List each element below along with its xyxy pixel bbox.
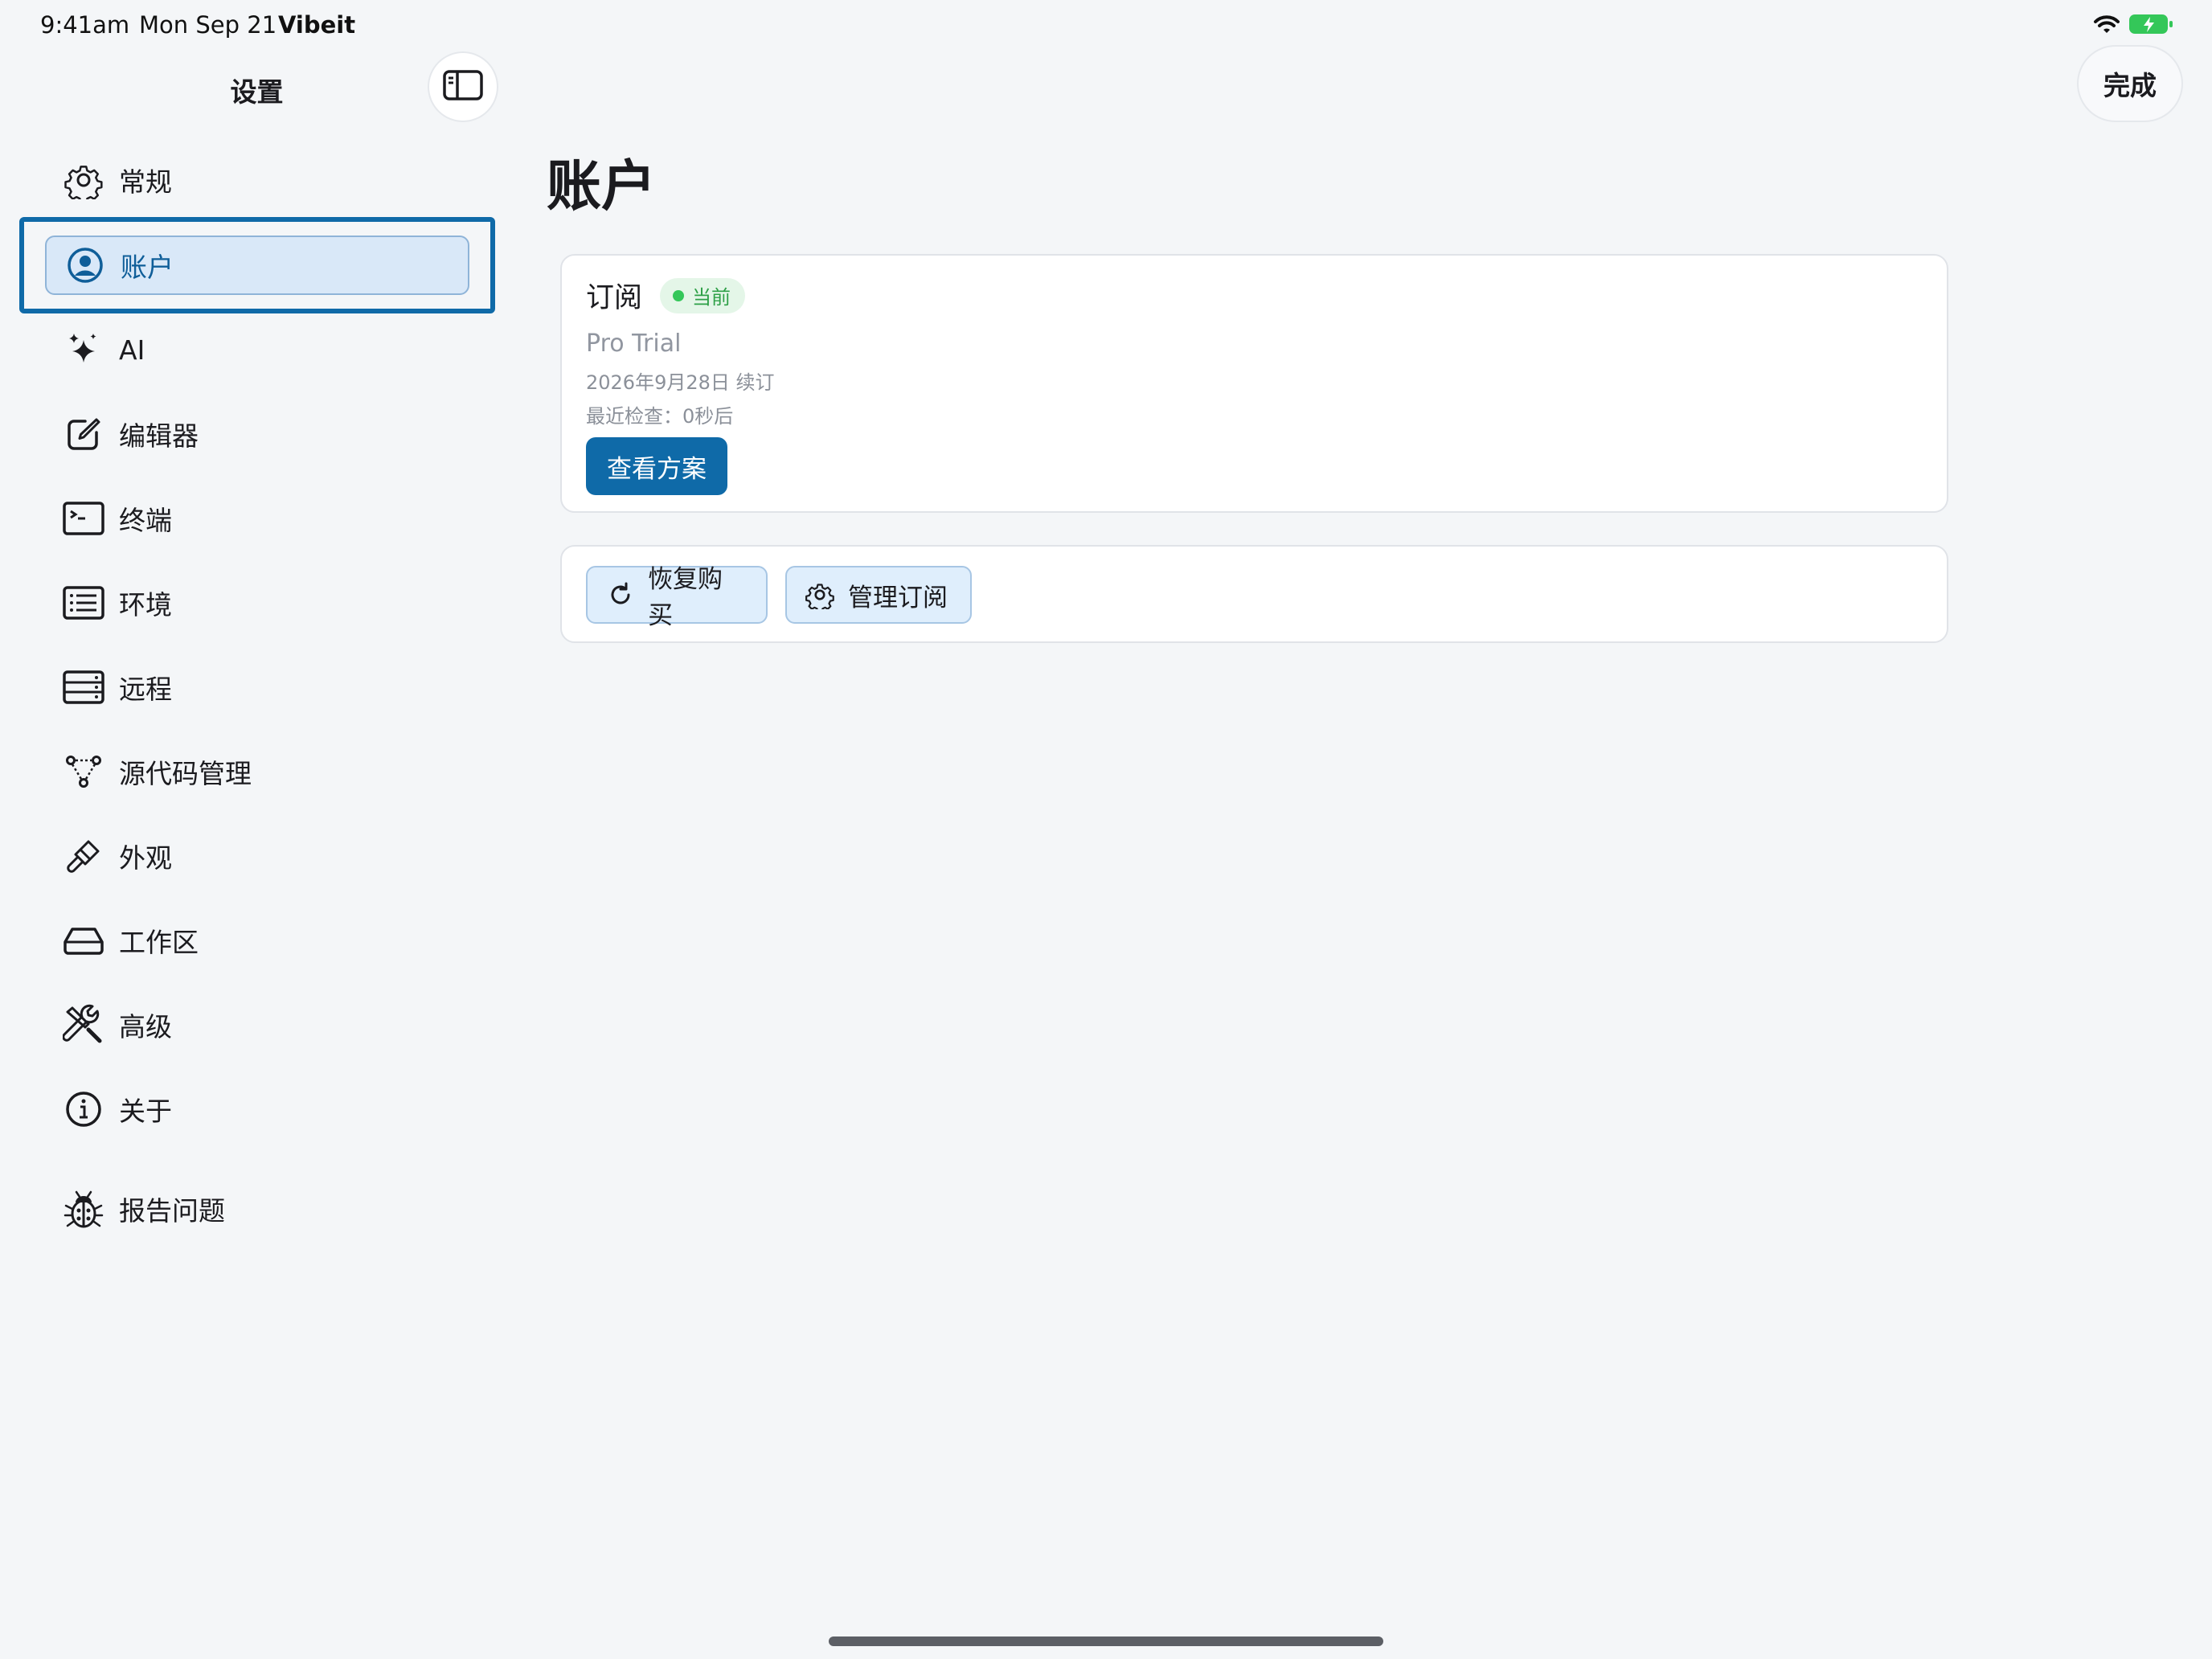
status-badge-label: 当前: [692, 286, 731, 309]
terminal-icon: [61, 496, 106, 541]
status-badge: 当前: [660, 277, 746, 313]
sidebar-item-label: 环境: [119, 589, 172, 621]
restore-purchases-button[interactable]: 恢复购买: [586, 565, 768, 630]
gear-icon: [805, 580, 835, 610]
sidebar-item-label: 编辑器: [119, 420, 199, 452]
sidebar-item-editor[interactable]: 编辑器: [45, 404, 469, 464]
source-control-icon: [61, 749, 106, 794]
sidebar-item-label: AI: [119, 334, 145, 366]
subscription-actions-card: 恢复购买 管理订阅: [560, 545, 1948, 643]
tools-icon: [61, 1002, 106, 1047]
sidebar-item-label: 关于: [119, 1096, 172, 1127]
square-pencil-icon: [61, 412, 106, 457]
sidebar-item-environment[interactable]: 环境: [45, 573, 469, 633]
sidebar-item-label: 报告问题: [119, 1195, 225, 1227]
sidebar-item-advanced[interactable]: 高级: [45, 995, 469, 1055]
bug-icon: [61, 1186, 106, 1231]
plan-name: Pro Trial: [586, 330, 682, 358]
last-checked: 最近检查：0秒后: [586, 405, 734, 428]
sidebar-toggle-icon: [442, 69, 484, 104]
wifi-icon: [2093, 14, 2120, 41]
sidebar-item-source-control[interactable]: 源代码管理: [45, 742, 469, 801]
sparkles-icon: [61, 327, 106, 372]
home-indicator[interactable]: [829, 1636, 1383, 1646]
page-title: 账户: [547, 155, 657, 219]
manage-subscription-button[interactable]: 管理订阅: [785, 566, 972, 624]
renewal-date: 2026年9月28日 续订: [586, 371, 775, 394]
sidebar-item-label: 常规: [119, 166, 172, 198]
sidebar-item-label: 高级: [119, 1011, 172, 1043]
sidebar-item-ai[interactable]: AI: [45, 320, 469, 379]
sidebar-item-label: 远程: [119, 674, 172, 705]
server-icon: [61, 665, 106, 710]
sidebar: 设置 常规 账户 AI 编辑器 终端 环境 远程 源代码管理 外观 工作区 高级…: [0, 0, 514, 1659]
sidebar-item-terminal[interactable]: 终端: [45, 489, 469, 548]
paintbrush-icon: [61, 834, 106, 879]
sidebar-item-label: 外观: [119, 842, 172, 874]
sidebar-item-workspace[interactable]: 工作区: [45, 911, 469, 970]
sidebar-item-about[interactable]: 关于: [45, 1079, 469, 1139]
battery-charging-icon: [2128, 13, 2173, 41]
sidebar-item-label: 源代码管理: [119, 758, 252, 789]
sidebar-item-report-issue[interactable]: 报告问题: [45, 1179, 469, 1239]
done-button[interactable]: 完成: [2077, 45, 2183, 122]
manage-subscription-label: 管理订阅: [848, 583, 948, 612]
sidebar-toggle-button[interactable]: [428, 51, 498, 122]
person-circle-icon: [63, 243, 108, 288]
view-plans-button[interactable]: 查看方案: [586, 437, 727, 495]
gear-icon: [61, 158, 106, 203]
refresh-icon: [605, 580, 635, 610]
sidebar-item-label: 账户: [121, 252, 174, 283]
sidebar-item-remote[interactable]: 远程: [45, 657, 469, 717]
subscription-title: 订阅: [586, 282, 643, 314]
restore-purchases-label: 恢复购买: [648, 565, 723, 630]
sidebar-item-account[interactable]: 账户: [45, 236, 469, 295]
sidebar-item-general[interactable]: 常规: [45, 150, 469, 210]
subscription-card: 订阅 当前 Pro Trial 2026年9月28日 续订 最近检查：0秒后 查…: [560, 254, 1948, 513]
drive-icon: [61, 918, 106, 963]
sidebar-item-label: 终端: [119, 505, 172, 536]
sidebar-item-appearance[interactable]: 外观: [45, 826, 469, 886]
info-icon: [61, 1087, 106, 1132]
status-indicators: [2093, 13, 2173, 41]
list-icon: [61, 580, 106, 625]
sidebar-title: 设置: [230, 76, 284, 108]
status-dot-icon: [673, 289, 685, 301]
subscription-header: 订阅 当前: [586, 275, 746, 316]
sidebar-item-label: 工作区: [119, 927, 199, 958]
